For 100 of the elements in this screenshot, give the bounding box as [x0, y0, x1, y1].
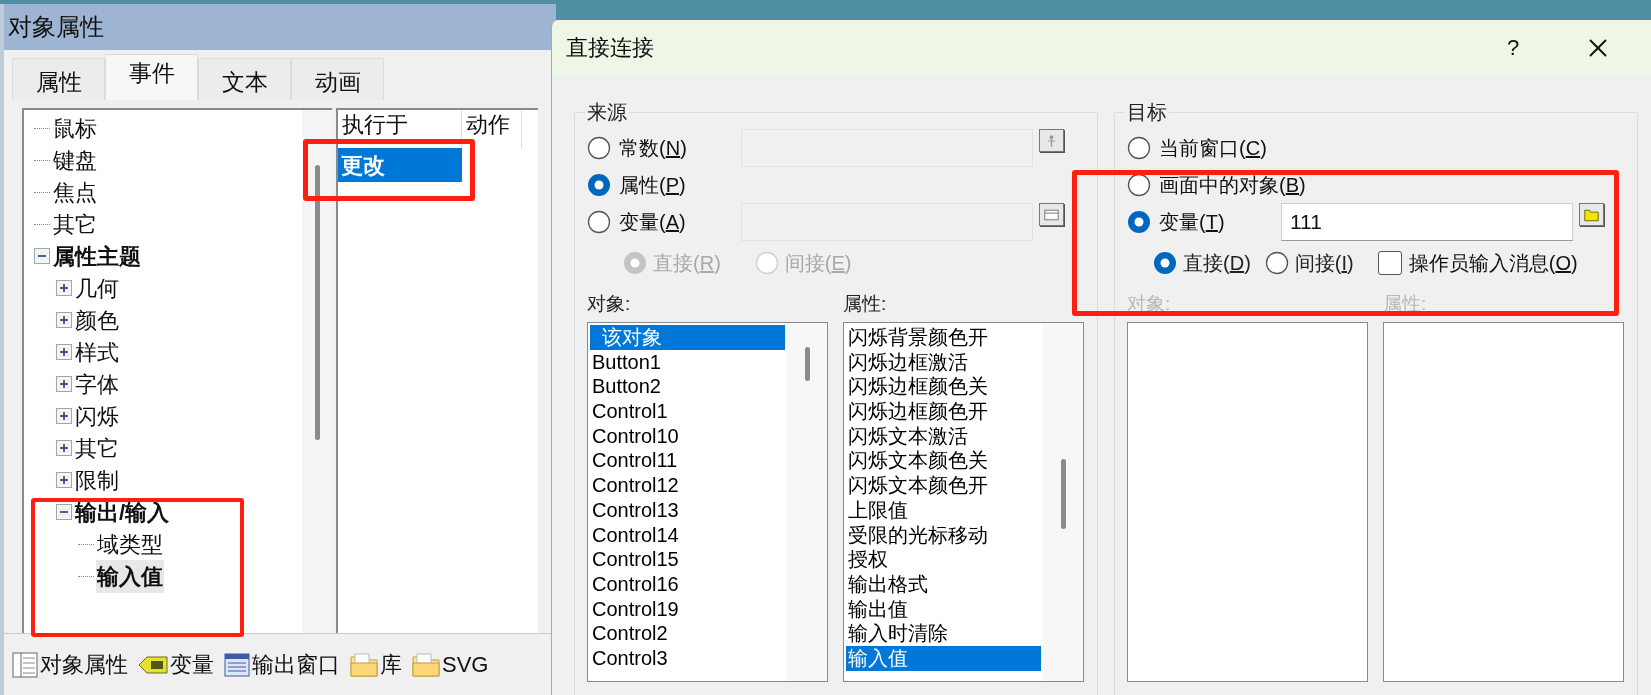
panel-tab[interactable]: 对象属性 — [12, 648, 132, 681]
column-header[interactable]: 动作 — [462, 110, 522, 148]
tab[interactable]: 属性 — [12, 58, 105, 100]
help-button[interactable]: ? — [1483, 27, 1543, 68]
list-box[interactable]: 闪烁背景颜色开 闪烁边框激活 闪烁边框颜色关 闪烁边框颜色开 闪烁文本激活 闪烁文本颜色关 闪烁文本颜色开 上限值 受限的光标移动 授权 输出格式 输出值 输入时清除 输入值 — [843, 322, 1084, 682]
list-item[interactable]: 闪烁边框激活 — [846, 349, 1041, 375]
option-label: 直接(D) — [1183, 251, 1251, 276]
expand-icon[interactable] — [56, 472, 72, 488]
list-label: 对象: — [1127, 291, 1172, 316]
list-item[interactable]: 该对象 — [590, 325, 785, 350]
radio-button[interactable] — [587, 209, 611, 234]
list-item[interactable]: Button1 — [590, 349, 785, 375]
list-item[interactable]: 闪烁背景颜色开 — [846, 325, 1041, 350]
tab[interactable]: 文本 — [198, 58, 291, 100]
window-icon — [1044, 209, 1059, 220]
table-row[interactable]: 更改 — [338, 148, 462, 182]
panel-tab[interactable]: 库 — [350, 648, 406, 681]
list-item[interactable]: Control2 — [590, 621, 785, 646]
tree-item[interactable]: 闪烁 — [74, 399, 120, 433]
list-item[interactable]: 受限的光标移动 — [846, 522, 1041, 548]
panel-tab[interactable]: 变量 — [138, 648, 218, 681]
radio-button[interactable] — [587, 135, 611, 160]
list-item[interactable]: Control15 — [590, 547, 785, 572]
expand-icon[interactable] — [56, 440, 72, 456]
tree-item[interactable]: 样式 — [74, 335, 120, 369]
radio-button[interactable] — [1127, 135, 1151, 160]
collapse-icon[interactable] — [34, 248, 50, 264]
list-label: 对象: — [587, 291, 632, 316]
browse-button[interactable] — [1579, 203, 1604, 226]
browse-button[interactable] — [1039, 129, 1064, 152]
tree-item[interactable]: 输出/输入 — [74, 495, 171, 529]
list-icon — [12, 651, 38, 678]
list-item[interactable]: Control11 — [590, 448, 785, 474]
folder-icon — [1584, 209, 1599, 221]
checkbox-label: 操作员输入消息(O) — [1408, 251, 1578, 276]
list-item[interactable]: Control14 — [590, 522, 785, 548]
tree-item[interactable]: 属性主题 — [52, 239, 142, 273]
option-label: 当前窗口(C) — [1159, 135, 1267, 161]
option-label: 属性(P) — [619, 172, 686, 198]
expand-icon[interactable] — [56, 376, 72, 392]
list-box[interactable]: 该对象 Button1 Button2 Control1 Control10 Control11 Control12 Control13 Control14 Control15 Control16 Control19 Control2 Control3 — [587, 322, 828, 682]
expand-icon[interactable] — [56, 408, 72, 424]
list-item[interactable]: 输入时清除 — [846, 621, 1041, 646]
list-item[interactable]: 闪烁文本颜色开 — [846, 473, 1041, 498]
input-field[interactable]: 111 — [1281, 203, 1573, 241]
window-icon — [224, 652, 250, 677]
expand-icon[interactable] — [56, 344, 72, 360]
browse-button[interactable] — [1039, 203, 1064, 226]
tree-item[interactable]: 键盘 — [52, 143, 98, 177]
list-item[interactable]: Button2 — [590, 374, 785, 400]
list-item[interactable]: 输出格式 — [846, 571, 1041, 597]
radio-button[interactable] — [1264, 251, 1289, 275]
option-label: 画面中的对象(B) — [1159, 172, 1306, 198]
list-item[interactable]: Control3 — [590, 645, 785, 671]
option-label: 间接(I) — [1294, 251, 1354, 276]
radio-button[interactable] — [1127, 172, 1151, 197]
list-item[interactable]: Control12 — [590, 473, 785, 498]
option-label: 间接(E) — [784, 251, 852, 276]
list-item[interactable]: 授权 — [846, 547, 1041, 572]
tree-item[interactable]: 字体 — [74, 367, 120, 401]
group-title: 来源 — [586, 100, 628, 125]
expand-icon[interactable] — [56, 312, 72, 328]
tab[interactable]: 事件 — [105, 54, 198, 100]
tree-item[interactable]: 颜色 — [74, 303, 120, 337]
option-label: 变量(T) — [1159, 209, 1225, 235]
window-title: 对象属性 — [4, 4, 556, 50]
list-item[interactable]: Control19 — [590, 596, 785, 622]
scrollbar-thumb[interactable] — [314, 165, 320, 440]
list-item[interactable]: 上限值 — [846, 497, 1041, 523]
list-item[interactable]: Control16 — [590, 571, 785, 597]
tree-item[interactable]: 鼠标 — [52, 111, 98, 145]
radio-button[interactable] — [1127, 209, 1151, 234]
list-item[interactable]: 输入值 — [846, 645, 1041, 671]
tree-item[interactable]: 焦点 — [52, 175, 98, 209]
list-item[interactable]: 输出值 — [846, 596, 1041, 622]
tree-item[interactable]: 其它 — [52, 207, 98, 241]
radio-button[interactable] — [587, 172, 611, 197]
list-item[interactable]: Control1 — [590, 399, 785, 424]
list-item[interactable]: Control13 — [590, 497, 785, 523]
list-item[interactable]: 闪烁边框颜色开 — [846, 399, 1041, 424]
list-item[interactable]: 闪烁边框颜色关 — [846, 374, 1041, 400]
tab[interactable]: 动画 — [291, 58, 384, 100]
tree-item[interactable]: 域类型 — [96, 527, 164, 561]
collapse-icon[interactable] — [56, 504, 72, 520]
tree-item[interactable]: 限制 — [74, 463, 120, 497]
tree-item[interactable]: 其它 — [74, 431, 120, 465]
list-item[interactable]: 闪烁文本激活 — [846, 423, 1041, 449]
scrollbar-thumb[interactable] — [804, 347, 810, 381]
dialog-title: 直接连接 — [566, 34, 655, 62]
list-item[interactable]: Control10 — [590, 423, 785, 449]
checkbox[interactable] — [1377, 251, 1402, 275]
tree-item[interactable]: 输入值 — [96, 559, 164, 593]
tree-item[interactable]: 几何 — [74, 271, 120, 305]
panel-tab[interactable]: 输出窗口 — [224, 648, 344, 681]
list-item[interactable]: 闪烁文本颜色关 — [846, 448, 1041, 474]
radio-button[interactable] — [1153, 251, 1177, 275]
group-title: 目标 — [1126, 100, 1168, 125]
scrollbar-thumb[interactable] — [1060, 459, 1066, 529]
panel-tab[interactable]: SVG — [412, 648, 493, 681]
expand-icon[interactable] — [56, 280, 72, 296]
